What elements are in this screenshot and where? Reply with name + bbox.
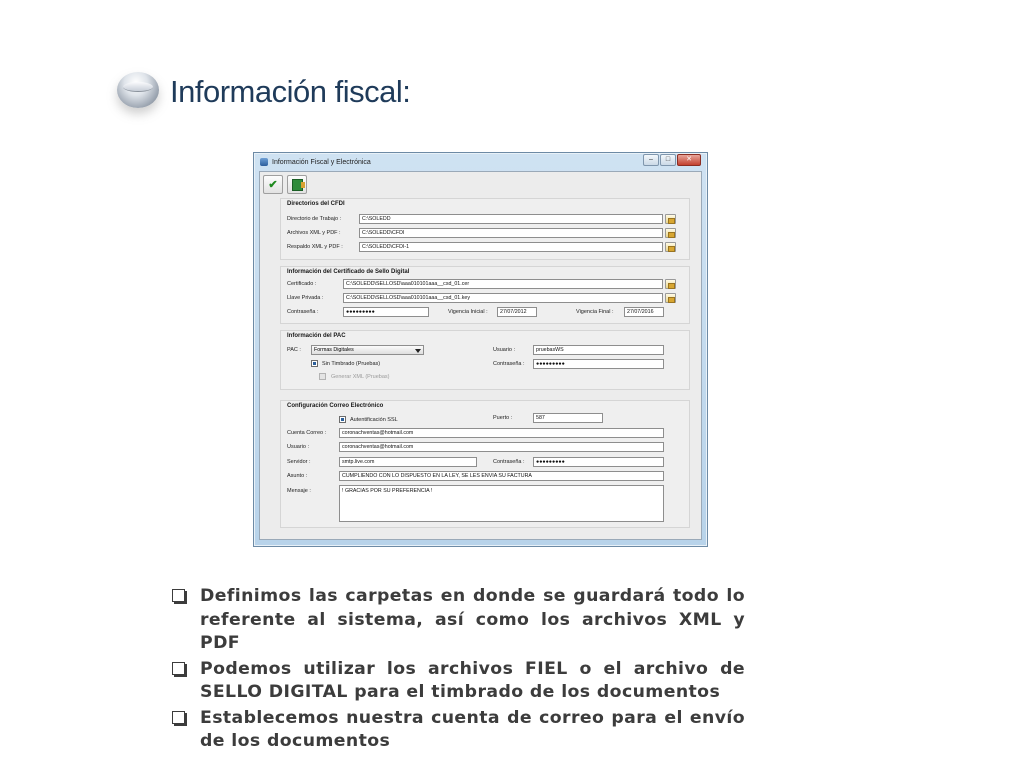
backup-label: Respaldo XML y PDF : [287,244,343,250]
account-input[interactable]: coronachventas@hotmail.com [339,428,664,438]
no-stamp-checkbox[interactable] [311,360,318,367]
end-date-input[interactable]: 27/07/2016 [624,307,664,317]
bullet-item: Definimos las carpetas en donde se guard… [170,585,745,656]
export-button[interactable] [287,175,307,194]
checkbox-bullet-icon [172,661,185,675]
key-input[interactable]: C:\SOLEDD\SELLOSD\aaa010101aaa__csd_01.k… [343,293,663,303]
page-title: Información fiscal: [170,74,411,109]
certificate-group: Información del Certificado de Sello Dig… [280,266,690,324]
cert-pass-label: Contraseña : [287,309,319,315]
chevron-down-icon [415,349,421,353]
gen-xml-label: Generar XML (Pruebas) [331,374,390,380]
pac-pass-label: Contraseña : [493,361,525,367]
bullet-item: Establecemos nuestra cuenta de correo pa… [170,707,745,754]
key-label: Llave Privada : [287,295,324,301]
message-textarea[interactable]: ! GRACIAS POR SU PREFERENCIA ! [339,485,664,522]
pac-select-value: Formas Digitales [314,347,354,353]
xml-pdf-input[interactable]: C:\SOLEDD\CFDI [359,228,663,238]
minimize-button[interactable]: – [643,154,659,166]
folder-browse-icon[interactable] [665,242,676,252]
mail-pass-input[interactable]: ●●●●●●●●● [533,457,664,467]
ssl-checkbox[interactable] [339,416,346,423]
work-dir-input[interactable]: C:\SOLEDD [359,214,663,224]
start-date-input[interactable]: 27/07/2012 [497,307,537,317]
bullet-text: Podemos utilizar los archivos FIEL o el … [200,658,745,703]
end-date-label: Vigencia Final : [576,309,614,315]
cert-pass-input[interactable]: ●●●●●●●●● [343,307,429,317]
check-icon: ✔ [268,179,278,191]
bullet-text: Definimos las carpetas en donde se guard… [200,586,745,653]
pac-group: Información del PAC PAC : Formas Digital… [280,330,690,390]
subject-input[interactable]: CUMPLIENDO CON LO DISPUESTO EN LA LEY, S… [339,471,664,481]
group-title-cert: Información del Certificado de Sello Dig… [287,269,410,275]
pac-pass-input[interactable]: ●●●●●●●●● [533,359,664,369]
folder-browse-icon[interactable] [665,214,676,224]
bullet-text: Establecemos nuestra cuenta de correo pa… [200,707,745,752]
toolbar: ✔ [263,175,307,194]
pac-label: PAC : [287,347,301,353]
subject-label: Asunto : [287,473,308,479]
fiscal-info-window: Información Fiscal y Electrónica – □ ✕ ✔… [253,152,708,547]
server-input[interactable]: smtp.live.com [339,457,477,467]
close-button[interactable]: ✕ [677,154,701,166]
mail-user-label: Usuario : [287,444,310,450]
checkbox-bullet-icon [172,710,185,724]
group-title-cfdi: Directorios del CFDI [287,201,345,207]
cert-label: Certificado : [287,281,317,287]
email-config-group: Configuración Correo Electrónico Autenti… [280,400,690,528]
checkbox-bullet-icon [172,589,185,602]
port-label: Puerto : [493,415,513,421]
window-title: Información Fiscal y Electrónica [272,158,371,166]
work-dir-label: Directorio de Trabajo : [287,216,342,222]
message-label: Mensaje : [287,488,311,494]
port-input[interactable]: 587 [533,413,603,423]
no-stamp-label: Sin Timbrado (Pruebas) [322,361,381,367]
mail-user-input[interactable]: coronachventas@hotmail.com [339,442,664,452]
ssl-label: Autentificación SSL [350,417,398,423]
backup-input[interactable]: C:\SOLEDD\CFDI-1 [359,242,663,252]
start-date-label: Vigencia Inicial : [448,309,488,315]
mail-pass-label: Contraseña : [493,459,525,465]
account-label: Cuenta Correo : [287,430,327,436]
save-button[interactable]: ✔ [263,175,283,194]
pac-user-label: Usuario : [493,347,516,353]
folder-browse-icon[interactable] [665,228,676,238]
app-icon [260,158,268,166]
bullet-list: Definimos las carpetas en donde se guard… [170,585,745,756]
cfdi-directories-group: Directorios del CFDI Directorio de Traba… [280,198,690,260]
title-orb-icon [117,72,159,108]
group-title-pac: Información del PAC [287,333,346,339]
bullet-item: Podemos utilizar los archivos FIEL o el … [170,658,745,705]
server-label: Servidor : [287,459,311,465]
maximize-button[interactable]: □ [660,154,676,166]
excel-icon [291,178,305,191]
window-controls: – □ ✕ [643,154,701,166]
folder-browse-icon[interactable] [665,293,676,303]
xml-pdf-label: Archivos XML y PDF : [287,230,341,236]
window-client: ✔ Directorios del CFDI Directorio de Tra… [259,171,702,540]
pac-select[interactable]: Formas Digitales [311,345,424,355]
gen-xml-checkbox[interactable] [319,373,326,380]
group-title-mail: Configuración Correo Electrónico [287,403,384,409]
pac-user-input[interactable]: pruebasWS [533,345,664,355]
cert-input[interactable]: C:\SOLEDD\SELLOSD\aaa010101aaa__csd_01.c… [343,279,663,289]
window-titlebar[interactable]: Información Fiscal y Electrónica – □ ✕ [254,153,707,171]
folder-browse-icon[interactable] [665,279,676,289]
